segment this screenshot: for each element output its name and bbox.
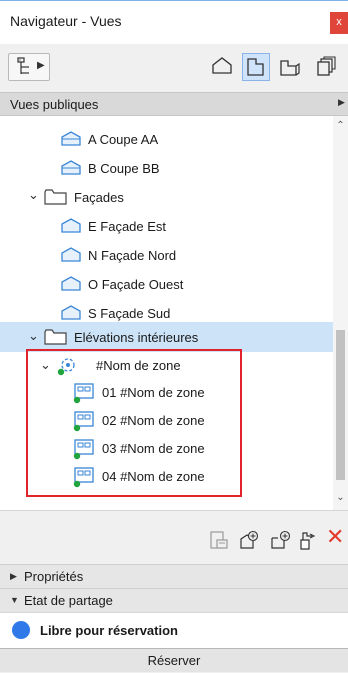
clone-view-button[interactable]: [298, 529, 320, 551]
chevron-down-icon[interactable]: ⌄: [28, 187, 39, 203]
properties-panel-header[interactable]: ▶ Propriétés: [0, 564, 348, 588]
scroll-down-arrow-icon[interactable]: ⌄: [333, 492, 348, 506]
status-indicator-icon: [12, 621, 30, 639]
new-view-button[interactable]: [238, 529, 260, 551]
sharing-title: Etat de partage: [24, 593, 113, 608]
tree-item-facade-est[interactable]: E Façade Est: [0, 213, 332, 239]
window-title: Navigateur - Vues: [10, 13, 122, 29]
floor-plan-icon: [247, 58, 264, 76]
section-view-icon: [61, 131, 81, 146]
status-text: Libre pour réservation: [40, 623, 178, 638]
layout-stack-icon: [317, 56, 336, 76]
tree-item-label: N Façade Nord: [88, 248, 177, 263]
tree-item-coupe-bb[interactable]: B Coupe BB: [0, 155, 332, 181]
tree-folder-interior-elevations[interactable]: ⌄ Elévations intérieures: [0, 322, 333, 352]
reserve-button[interactable]: Réserver: [0, 648, 348, 672]
sharing-status: Libre pour réservation: [0, 612, 348, 648]
title-bar: Navigateur - Vues x: [0, 0, 348, 44]
collapse-arrow-icon: ▼: [10, 595, 19, 605]
clone-view-icon: [300, 532, 316, 550]
tree-item-facade-nord[interactable]: N Façade Nord: [0, 242, 332, 268]
chevron-down-icon[interactable]: ⌄: [28, 328, 39, 344]
tree-item-label: A Coupe AA: [88, 132, 159, 147]
public-views-header[interactable]: Vues publiques ▶: [0, 92, 348, 116]
section-sheet-view-button[interactable]: [276, 53, 304, 81]
view-settings-icon: [210, 531, 228, 549]
elevation-view-icon: [61, 305, 81, 320]
house-view-button[interactable]: [208, 53, 236, 81]
floor-plan-view-button[interactable]: [242, 53, 270, 81]
reserve-button-label: Réserver: [147, 653, 201, 668]
highlight-annotation-box: [26, 349, 242, 497]
tree-folder-label: Façades: [74, 190, 124, 205]
chevron-right-icon: ▶: [37, 60, 45, 71]
scrollbar-thumb[interactable]: [336, 330, 345, 480]
tree-folder-label: Elévations intérieures: [74, 330, 199, 345]
tree-item-label: S Façade Sud: [88, 306, 171, 321]
tree-item-facade-ouest[interactable]: O Façade Ouest: [0, 271, 332, 297]
sharing-panel-header[interactable]: ▼ Etat de partage: [0, 588, 348, 612]
new-folder-icon: [271, 530, 291, 549]
delete-icon: ✕: [326, 525, 345, 550]
properties-title: Propriétés: [24, 569, 84, 584]
tree-item-coupe-aa[interactable]: A Coupe AA: [0, 126, 332, 152]
elevation-view-icon: [61, 247, 81, 262]
scroll-up-arrow-icon[interactable]: ⌃: [333, 120, 348, 134]
action-bar: ✕: [0, 510, 348, 564]
section-view-icon: [61, 160, 81, 175]
delete-button[interactable]: ✕: [326, 525, 344, 550]
chevron-right-icon: ▶: [338, 97, 345, 107]
tree-item-label: E Façade Est: [88, 219, 167, 234]
close-button[interactable]: x: [330, 12, 348, 34]
tree-item-label: B Coupe BB: [88, 161, 160, 176]
house-icon: [212, 57, 232, 74]
folder-icon: [44, 329, 67, 345]
project-map-dropdown[interactable]: ▶: [8, 53, 50, 81]
folder-icon: [44, 189, 67, 205]
project-map-icon: [17, 57, 29, 74]
tree-item-label: O Façade Ouest: [88, 277, 184, 292]
public-views-title: Vues publiques: [10, 97, 99, 112]
elevation-view-icon: [61, 218, 81, 233]
layout-stack-view-button[interactable]: [312, 53, 340, 81]
elevation-view-icon: [61, 276, 81, 291]
new-view-icon: [240, 530, 259, 549]
view-settings-button[interactable]: [208, 529, 230, 551]
tree-folder-facades[interactable]: ⌄ Façades: [0, 184, 332, 210]
toolbar: ▶: [0, 44, 348, 92]
new-folder-button[interactable]: [270, 529, 292, 551]
expand-arrow-icon: ▶: [10, 571, 17, 581]
section-sheet-icon: [280, 60, 300, 76]
